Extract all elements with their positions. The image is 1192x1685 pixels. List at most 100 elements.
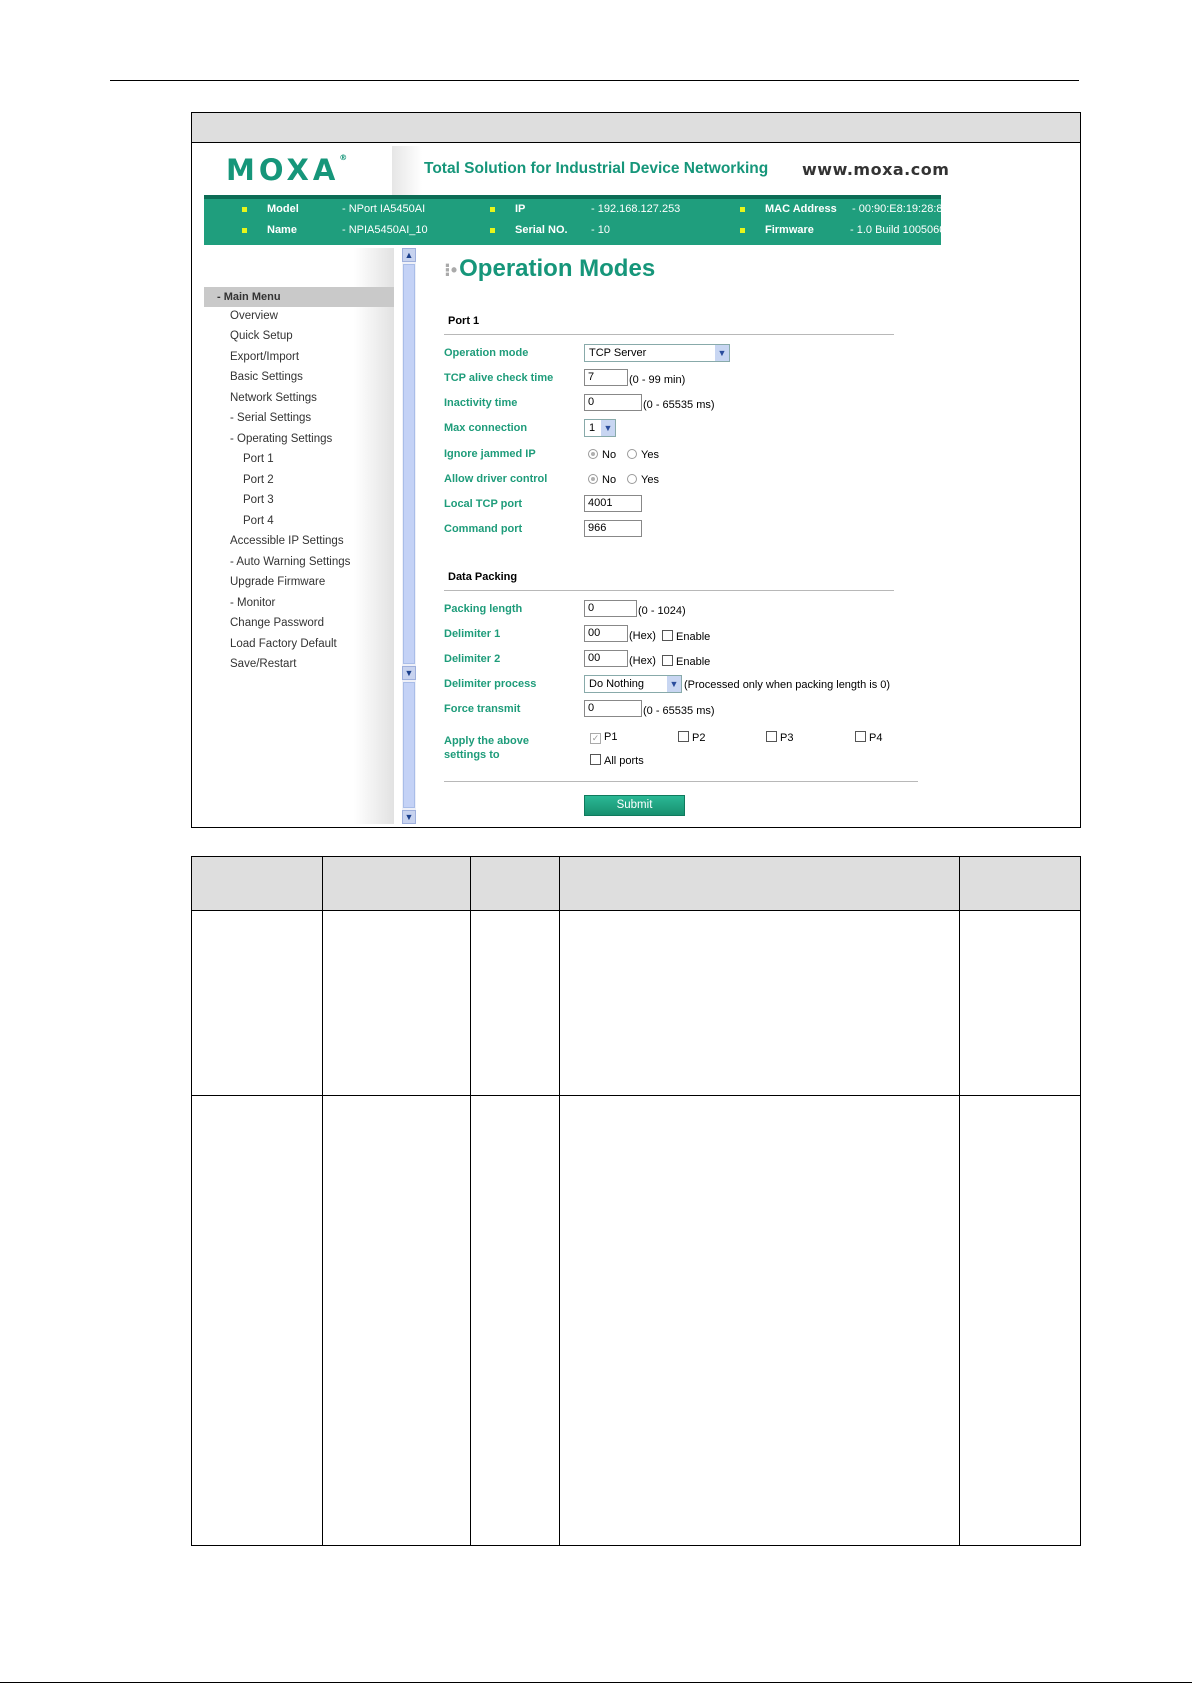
apply-p2[interactable]: P2 [678,731,705,744]
packing-length-hint: (0 - 1024) [638,605,686,617]
firmware-value: - 1.0 Build 10050609 [850,224,941,236]
ignore-jammed-label: Ignore jammed IP [444,448,536,460]
force-transmit-label: Force transmit [444,703,521,715]
packing-length-input[interactable]: 0 [584,600,637,617]
local-tcp-port-input[interactable]: 4001 [584,495,642,512]
menu-item-port-1[interactable]: Port 1 [243,453,274,465]
menu-item-port-2[interactable]: Port 2 [243,474,274,486]
checkbox-icon[interactable] [590,754,601,765]
max-connection-select[interactable]: 1 ▼ [584,419,616,437]
operation-mode-select[interactable]: TCP Server ▼ [584,344,730,362]
tagline: Total Solution for Industrial Device Net… [424,160,769,177]
checkbox-icon[interactable] [662,655,673,666]
delimiter-process-label: Delimiter process [444,678,537,690]
table-column-divider [322,857,323,1545]
apply-p4[interactable]: P4 [855,731,882,744]
menu-item-save-restart[interactable]: Save/Restart [230,658,296,670]
delimiter-1-enable[interactable]: Enable [662,630,710,643]
inactivity-label: Inactivity time [444,397,518,409]
force-transmit-input[interactable]: 0 [584,700,642,717]
menu-item-basic-settings[interactable]: Basic Settings [230,371,303,383]
operation-mode-label: Operation mode [444,347,529,359]
table-column-divider [559,857,560,1545]
submit-button[interactable]: Submit [584,795,685,816]
menu-item-accessible-ip[interactable]: Accessible IP Settings [230,535,344,547]
menu-item-network-settings[interactable]: Network Settings [230,392,317,404]
checkbox-icon[interactable] [678,731,689,742]
checkbox-icon[interactable] [766,731,777,742]
driver-control-yes[interactable]: Yes [627,474,659,486]
delimiter-2-input[interactable]: 00 [584,650,628,667]
ip-label: IP [515,203,526,215]
radio-selected-icon[interactable] [588,474,598,484]
section-data-packing: Data Packing [448,571,518,583]
radio-icon[interactable] [627,449,637,459]
name-label: Name [267,224,297,236]
menu-item-upgrade-firmware[interactable]: Upgrade Firmware [230,576,325,588]
ip-value: - 192.168.127.253 [591,203,681,215]
delimiter-process-hint: (Processed only when packing length is 0… [684,679,891,691]
footer-rule [0,1682,1192,1683]
serial-value: - 10 [591,224,610,236]
scroll-down-icon[interactable]: ▼ [402,666,416,680]
header-rule [110,80,1079,81]
menu-item-operating-settings[interactable]: - Operating Settings [230,433,332,445]
bullet-icon [740,227,745,233]
menu-item-change-password[interactable]: Change Password [230,617,324,629]
apply-label-line-1: Apply the above [444,735,529,747]
apply-label-line-2: settings to [444,749,500,761]
scroll-thumb-lower[interactable] [403,682,415,808]
frame-header [192,113,1080,143]
radio-selected-icon[interactable] [588,449,598,459]
driver-control-label: Allow driver control [444,473,548,485]
menu-item-load-factory-default[interactable]: Load Factory Default [230,638,337,650]
model-label: Model [267,203,299,215]
radio-icon[interactable] [627,474,637,484]
force-transmit-hint: (0 - 65535 ms) [643,705,715,717]
sidebar-scrollbar[interactable]: ▲ ▼ ▼ [402,248,416,824]
bullet-icon [740,206,745,212]
section-divider [444,590,894,591]
screenshot-frame: MOXA® Total Solution for Industrial Devi… [191,112,1081,828]
menu-item-port-3[interactable]: Port 3 [243,494,274,506]
chevron-down-icon: ▼ [601,420,615,436]
scroll-down-icon[interactable]: ▼ [402,810,416,824]
delimiter-1-input[interactable]: 00 [584,625,628,642]
main-menu-header[interactable]: - Main Menu [204,287,394,307]
checkbox-checked-icon[interactable]: ✓ [590,733,601,744]
bullet-icon [242,227,247,233]
delimiter-2-hex: (Hex) [629,655,656,667]
table-column-divider [470,857,471,1545]
tcp-alive-hint: (0 - 99 min) [629,374,686,386]
delimiter-process-select[interactable]: Do Nothing ▼ [584,675,682,693]
menu-item-export-import[interactable]: Export/Import [230,351,299,363]
menu-item-quick-setup[interactable]: Quick Setup [230,330,293,342]
menu-item-auto-warning[interactable]: - Auto Warning Settings [230,556,350,568]
scroll-up-icon[interactable]: ▲ [402,248,416,262]
tcp-alive-input[interactable]: 7 [584,369,628,386]
command-port-label: Command port [444,523,523,535]
scroll-thumb[interactable] [403,264,415,664]
bullet-icon [490,227,495,233]
bullet-icon [242,206,247,212]
checkbox-icon[interactable] [662,630,673,641]
serial-label: Serial NO. [515,224,568,236]
ignore-jammed-no[interactable]: No [588,449,616,461]
menu-item-serial-settings[interactable]: - Serial Settings [230,412,311,424]
menu-item-overview[interactable]: Overview [230,310,278,322]
menu-item-port-4[interactable]: Port 4 [243,515,274,527]
apply-p1[interactable]: ✓ P1 [590,731,617,744]
driver-control-no[interactable]: No [588,474,616,486]
command-port-input[interactable]: 966 [584,520,642,537]
ignore-jammed-yes[interactable]: Yes [627,449,659,461]
inactivity-input[interactable]: 0 [584,394,642,411]
apply-all-ports[interactable]: All ports [590,754,644,767]
apply-p3[interactable]: P3 [766,731,793,744]
form-divider [444,781,918,782]
settings-table [191,856,1081,1546]
menu-item-monitor[interactable]: - Monitor [230,597,275,609]
section-port-1: Port 1 [448,315,480,327]
name-value: - NPIA5450AI_10 [342,224,428,236]
delimiter-2-enable[interactable]: Enable [662,655,710,668]
checkbox-icon[interactable] [855,731,866,742]
